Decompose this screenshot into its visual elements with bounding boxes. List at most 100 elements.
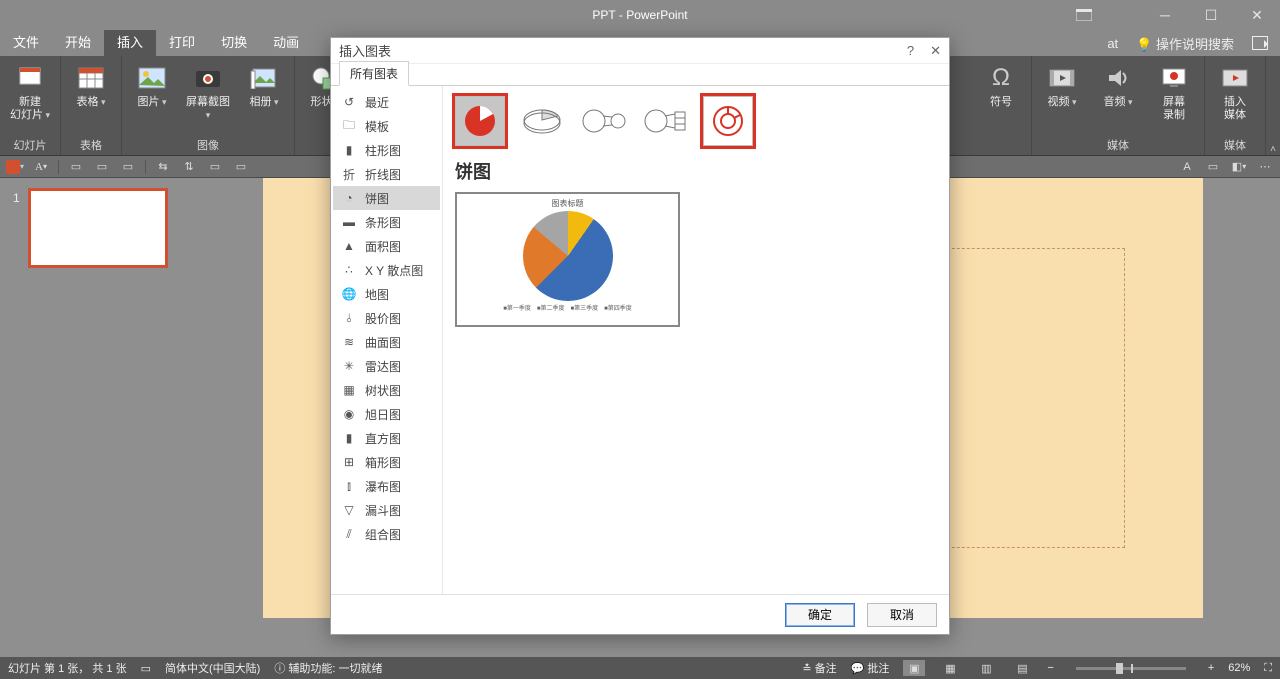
align-left-icon[interactable]: ▭ bbox=[65, 158, 87, 176]
treemap-icon: ▦ bbox=[341, 383, 357, 397]
zoom-slider[interactable] bbox=[1076, 667, 1186, 670]
screen-recording-icon bbox=[1158, 62, 1190, 94]
text-fill-button[interactable]: A▾ bbox=[30, 158, 52, 176]
tab-extra[interactable]: at bbox=[1107, 36, 1118, 51]
distribute-v-icon[interactable]: ⇅ bbox=[178, 158, 200, 176]
group-media-label: 媒体 bbox=[1038, 137, 1198, 153]
tell-me[interactable]: 💡 操作说明搜索 bbox=[1136, 34, 1234, 53]
subtype-pie[interactable] bbox=[455, 96, 505, 146]
photo-album-button[interactable]: 相册 bbox=[240, 60, 288, 109]
zoom-value[interactable]: 62% bbox=[1228, 662, 1250, 674]
tab-animations[interactable]: 动画 bbox=[260, 30, 312, 56]
new-slide-button[interactable]: 新建 幻灯片 bbox=[6, 60, 54, 122]
text-effects-icon[interactable]: A bbox=[1176, 158, 1198, 176]
video-button[interactable]: 视频 bbox=[1038, 60, 1086, 109]
tab-file[interactable]: 文件 bbox=[0, 30, 52, 56]
cancel-button[interactable]: 取消 bbox=[867, 603, 937, 627]
status-language[interactable]: 简体中文(中国大陆) bbox=[165, 660, 260, 676]
status-notes[interactable]: ≛ 备注 bbox=[802, 660, 836, 676]
group-icon[interactable]: ▭ bbox=[204, 158, 226, 176]
category-area[interactable]: ▲面积图 bbox=[333, 234, 440, 258]
histogram-icon: ▮ bbox=[341, 431, 357, 445]
ungroup-icon[interactable]: ▭ bbox=[230, 158, 252, 176]
zoom-in-button[interactable]: + bbox=[1208, 662, 1214, 674]
window-controls: ─ ☐ ✕ bbox=[1142, 0, 1280, 30]
device-icon[interactable]: ▭ bbox=[1202, 158, 1224, 176]
subtype-3dpie[interactable] bbox=[517, 96, 567, 146]
view-slideshow-icon[interactable]: ▤ bbox=[1011, 660, 1033, 676]
table-button[interactable]: 表格 bbox=[67, 60, 115, 109]
category-map[interactable]: 🌐地图 bbox=[333, 282, 440, 306]
ok-button[interactable]: 确定 bbox=[785, 603, 855, 627]
subtype-doughnut[interactable] bbox=[703, 96, 753, 146]
close-button[interactable]: ✕ bbox=[1234, 0, 1280, 30]
category-stock[interactable]: ⫰股价图 bbox=[333, 306, 440, 330]
tab-transitions[interactable]: 切换 bbox=[208, 30, 260, 56]
view-reading-icon[interactable]: ▥ bbox=[975, 660, 997, 676]
category-recent[interactable]: ↺最近 bbox=[333, 90, 440, 114]
screenshot-button[interactable]: 屏幕截图 bbox=[184, 60, 232, 122]
view-normal-icon[interactable]: ▣ bbox=[903, 660, 925, 676]
align-right-icon[interactable]: ▭ bbox=[117, 158, 139, 176]
tab-print[interactable]: 打印 bbox=[156, 30, 208, 56]
ribbon-display-options-icon[interactable] bbox=[1076, 0, 1092, 30]
screen-recording-button[interactable]: 屏幕 录制 bbox=[1150, 60, 1198, 122]
fit-window-icon[interactable]: ⛶ bbox=[1264, 662, 1272, 675]
pictures-button[interactable]: 图片 bbox=[128, 60, 176, 109]
category-line[interactable]: 折折线图 bbox=[333, 162, 440, 186]
distribute-h-icon[interactable]: ⇆ bbox=[152, 158, 174, 176]
status-bar: 幻灯片 第 1 张， 共 1 张 ▭ 简体中文(中国大陆) ⓘ 辅助功能: 一切… bbox=[0, 657, 1280, 679]
status-accessibility[interactable]: ⓘ 辅助功能: 一切就绪 bbox=[274, 660, 382, 676]
chart-preview[interactable]: 图表标题 ■第一季度 ■第二季度 ■第三季度 ■第四季度 bbox=[455, 192, 680, 327]
category-box[interactable]: ⊞箱形图 bbox=[333, 450, 440, 474]
zoom-out-button[interactable]: − bbox=[1047, 662, 1053, 674]
category-bar[interactable]: ▬条形图 bbox=[333, 210, 440, 234]
tab-insert[interactable]: 插入 bbox=[104, 30, 156, 56]
line-icon: 折 bbox=[341, 166, 357, 183]
category-template[interactable]: 🗀模板 bbox=[333, 114, 440, 138]
share-icon[interactable] bbox=[1252, 36, 1268, 50]
more-icon[interactable]: ⋯ bbox=[1254, 158, 1276, 176]
slide-thumbnails-panel[interactable]: 1 bbox=[0, 178, 186, 657]
minimize-button[interactable]: ─ bbox=[1142, 0, 1188, 30]
category-funnel[interactable]: ▽漏斗图 bbox=[333, 498, 440, 522]
insert-media-button[interactable]: 插入 媒体 bbox=[1211, 60, 1259, 122]
category-histogram[interactable]: ▮直方图 bbox=[333, 426, 440, 450]
category-combo[interactable]: ⫽组合图 bbox=[333, 522, 440, 546]
category-radar[interactable]: ✳雷达图 bbox=[333, 354, 440, 378]
category-treemap[interactable]: ▦树状图 bbox=[333, 378, 440, 402]
category-column[interactable]: ▮柱形图 bbox=[333, 138, 440, 162]
audio-button[interactable]: 音频 bbox=[1094, 60, 1142, 109]
combo-icon: ⫽ bbox=[341, 527, 357, 542]
collapse-ribbon-button[interactable]: ˄ bbox=[1266, 56, 1280, 155]
slide-thumbnail[interactable]: 1 bbox=[28, 188, 168, 268]
chart-subtype-row bbox=[455, 96, 937, 146]
subtype-heading: 饼图 bbox=[455, 158, 937, 184]
status-comments[interactable]: 💬 批注 bbox=[851, 660, 890, 676]
tab-home[interactable]: 开始 bbox=[52, 30, 104, 56]
chart-category-list[interactable]: ↺最近🗀模板▮柱形图折折线图◔饼图▬条形图▲面积图∴X Y 散点图🌐地图⫰股价图… bbox=[331, 86, 443, 594]
dialog-buttons: 确定 取消 bbox=[331, 594, 949, 634]
fill-color-button[interactable]: ▾ bbox=[4, 158, 26, 176]
area-icon: ▲ bbox=[341, 239, 357, 253]
view-sorter-icon[interactable]: ▦ bbox=[939, 660, 961, 676]
category-pie[interactable]: ◔饼图 bbox=[333, 186, 440, 210]
dialog-tab-all[interactable]: 所有图表 bbox=[339, 61, 409, 86]
group-images-label: 图像 bbox=[128, 137, 288, 153]
layers-icon[interactable]: ◧▾ bbox=[1228, 158, 1250, 176]
category-sunburst[interactable]: ◉旭日图 bbox=[333, 402, 440, 426]
subtype-pie-of-pie[interactable] bbox=[579, 96, 629, 146]
status-spellcheck-icon[interactable]: ▭ bbox=[141, 662, 151, 675]
category-waterfall[interactable]: ⫾瀑布图 bbox=[333, 474, 440, 498]
symbols-button[interactable]: Ω 符号 bbox=[977, 60, 1025, 109]
maximize-button[interactable]: ☐ bbox=[1188, 0, 1234, 30]
bar-icon: ▬ bbox=[341, 215, 357, 229]
subtype-bar-of-pie[interactable] bbox=[641, 96, 691, 146]
status-slide: 幻灯片 第 1 张， 共 1 张 bbox=[8, 660, 127, 676]
category-surface[interactable]: ≋曲面图 bbox=[333, 330, 440, 354]
dialog-close-button[interactable]: ✕ bbox=[930, 43, 941, 59]
dialog-help-button[interactable]: ? bbox=[907, 43, 914, 59]
align-center-icon[interactable]: ▭ bbox=[91, 158, 113, 176]
category-scatter[interactable]: ∴X Y 散点图 bbox=[333, 258, 440, 282]
dialog-titlebar[interactable]: 插入图表 ? ✕ bbox=[331, 38, 949, 64]
